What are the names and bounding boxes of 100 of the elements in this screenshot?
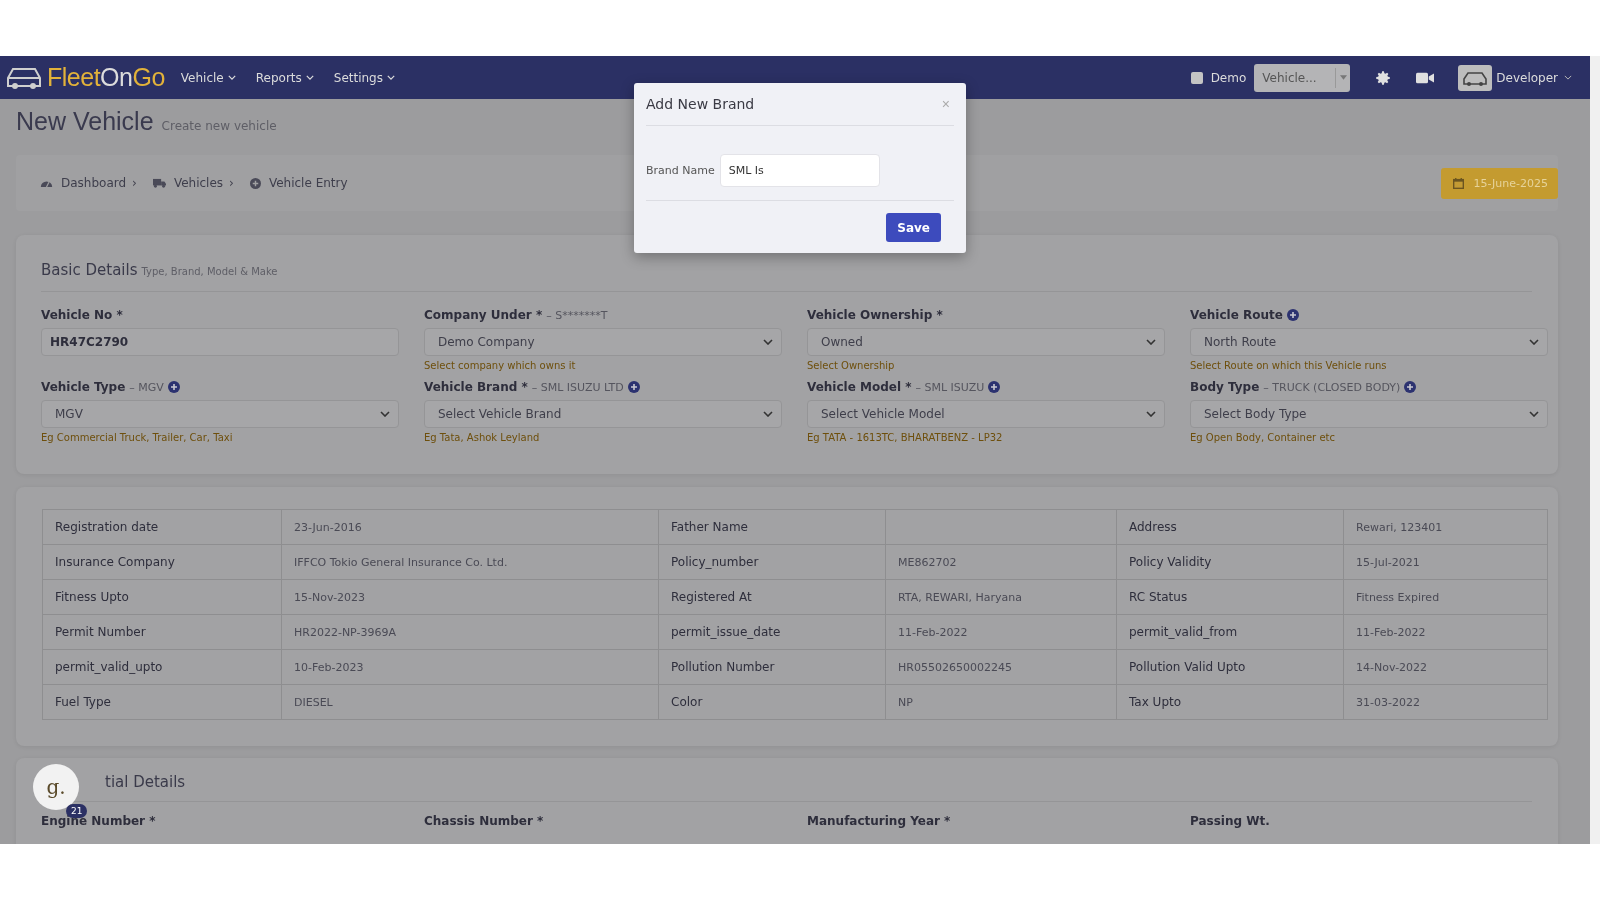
breadcrumb-link[interactable]: Vehicles xyxy=(173,176,224,190)
chevron-down-icon xyxy=(387,75,395,80)
field-label: Vehicle Ownership * xyxy=(807,308,943,322)
add-icon[interactable] xyxy=(988,381,1001,393)
detail-label: Policy_number xyxy=(671,555,759,569)
field-hint: Select Route on which this Vehicle runs xyxy=(1190,360,1388,371)
field-hint: Select Ownership xyxy=(807,360,896,371)
field-label: Manufacturing Year * xyxy=(807,814,952,828)
section-title: tial Details xyxy=(105,773,186,791)
plus-circle-icon xyxy=(249,177,261,189)
detail-label: Fuel Type xyxy=(55,695,111,709)
detail-value: 11-Feb-2022 xyxy=(898,625,968,639)
app-logo[interactable]: FleetOnGo xyxy=(47,63,165,92)
add-icon[interactable] xyxy=(1286,309,1299,321)
chevron-down-icon xyxy=(763,339,773,345)
truck-icon xyxy=(152,178,166,188)
select-field[interactable]: Select Body Type xyxy=(1190,400,1548,428)
user-menu[interactable]: Developer xyxy=(1496,70,1572,85)
detail-label: permit_issue_date xyxy=(671,625,781,639)
chevron-down-icon xyxy=(305,75,314,80)
chevron-down-icon xyxy=(763,411,773,417)
demo-checkbox[interactable] xyxy=(1190,71,1203,84)
chevron-down-icon xyxy=(1564,75,1572,80)
select-field[interactable]: Owned xyxy=(807,328,1165,356)
field-hint: Eg Tata, Ashok Leyland xyxy=(424,432,541,443)
detail-label: permit_valid_upto xyxy=(55,660,163,674)
detail-label: Insurance Company xyxy=(55,555,175,569)
field-note: – SML ISUZU LTD xyxy=(531,380,624,394)
field-label: Company Under * xyxy=(424,308,543,322)
modal-title: Add New Brand xyxy=(646,96,755,112)
detail-label: Fitness Upto xyxy=(55,590,129,604)
vehicle-select[interactable]: Vehicle... xyxy=(1254,63,1351,92)
detail-label: Pollution Valid Upto xyxy=(1129,660,1246,674)
chevron-down-icon xyxy=(227,75,236,80)
detail-label: Registered At xyxy=(671,590,752,604)
detail-label: RC Status xyxy=(1129,590,1188,604)
detail-label: Father Name xyxy=(671,520,748,534)
detail-label: Color xyxy=(671,695,703,709)
select-field[interactable]: Select Vehicle Brand xyxy=(424,400,782,428)
field-hint: Select company which owns it xyxy=(424,360,577,371)
detail-label: Registration date xyxy=(55,520,159,534)
detail-value: DIESEL xyxy=(294,695,333,709)
settings-icon[interactable] xyxy=(1374,68,1393,87)
detail-value: 10-Feb-2023 xyxy=(294,660,364,674)
detail-value: 23-Jun-2016 xyxy=(294,520,362,534)
nav-menu[interactable]: Settings xyxy=(333,70,395,85)
field-label: Body Type xyxy=(1190,380,1260,394)
scrollbar[interactable] xyxy=(1590,56,1600,844)
detail-label: Permit Number xyxy=(55,625,146,639)
detail-label: Address xyxy=(1129,520,1177,534)
select-field[interactable]: North Route xyxy=(1190,328,1548,356)
section-subtitle: Type, Brand, Model & Make xyxy=(141,266,278,277)
nav-menu[interactable]: Reports xyxy=(255,70,314,85)
field-label: Vehicle Route xyxy=(1190,308,1283,322)
text-field[interactable]: HR47C2790 xyxy=(41,328,399,356)
page-title: New Vehicle xyxy=(16,107,154,136)
nav-menu[interactable]: Vehicle xyxy=(180,70,236,85)
chevron-down-icon xyxy=(380,411,390,417)
detail-value: 14-Nov-2022 xyxy=(1356,660,1428,674)
add-icon[interactable] xyxy=(167,381,180,393)
brand-name-field[interactable]: SML Is xyxy=(719,153,880,187)
car-avatar-icon[interactable] xyxy=(1458,64,1493,91)
add-icon[interactable] xyxy=(1404,381,1417,393)
select-field[interactable]: Select Vehicle Model xyxy=(807,400,1165,428)
detail-value: Fitness Expired xyxy=(1356,590,1440,604)
detail-label: Tax Upto xyxy=(1129,695,1182,709)
field-label: Vehicle Model * xyxy=(807,380,912,394)
detail-label: Policy Validity xyxy=(1129,555,1212,569)
field-label: Vehicle Brand * xyxy=(424,380,528,394)
detail-value: ME862702 xyxy=(898,555,957,569)
detail-value: 15-Jul-2021 xyxy=(1356,555,1420,569)
detail-label: Pollution Number xyxy=(671,660,775,674)
gauge-icon xyxy=(40,178,53,188)
field-hint: Eg Open Body, Container etc xyxy=(1190,432,1336,443)
select-field[interactable]: MGV xyxy=(41,400,399,428)
detail-value: Rewari, 123401 xyxy=(1356,520,1443,534)
detail-value: HR2022-NP-3969A xyxy=(294,625,396,639)
calendar-icon xyxy=(1452,177,1464,189)
detail-label: permit_valid_from xyxy=(1129,625,1238,639)
field-hint: Eg TATA - 1613TC, BHARATBENZ - LP32 xyxy=(807,432,1004,443)
detail-value: NP xyxy=(898,695,913,709)
chevron-down-icon xyxy=(1529,411,1539,417)
breadcrumb-link[interactable]: Dashboard xyxy=(61,176,127,190)
detail-value: RTA, REWARI, Haryana xyxy=(898,590,1022,604)
demo-label: Demo xyxy=(1210,70,1247,85)
field-note: – TRUCK (CLOSED BODY) xyxy=(1263,380,1401,394)
detail-value: IFFCO Tokio General Insurance Co. Ltd. xyxy=(294,555,508,569)
add-icon[interactable] xyxy=(627,381,640,393)
video-camera-icon[interactable] xyxy=(1416,71,1435,84)
page-subtitle: Create new vehicle xyxy=(161,119,277,133)
save-button[interactable]: Save xyxy=(886,213,941,242)
chevron-down-icon xyxy=(1146,339,1156,345)
select-field[interactable]: Demo Company xyxy=(424,328,782,356)
field-note: – S*******T xyxy=(546,308,608,322)
detail-value: 11-Feb-2022 xyxy=(1356,625,1426,639)
detail-value: 15-Nov-2023 xyxy=(294,590,366,604)
field-note: – MGV xyxy=(129,380,164,394)
field-label: Vehicle No * xyxy=(41,308,123,322)
breadcrumb-link[interactable]: Vehicle Entry xyxy=(268,176,348,190)
detail-value: 31-03-2022 xyxy=(1356,695,1420,709)
